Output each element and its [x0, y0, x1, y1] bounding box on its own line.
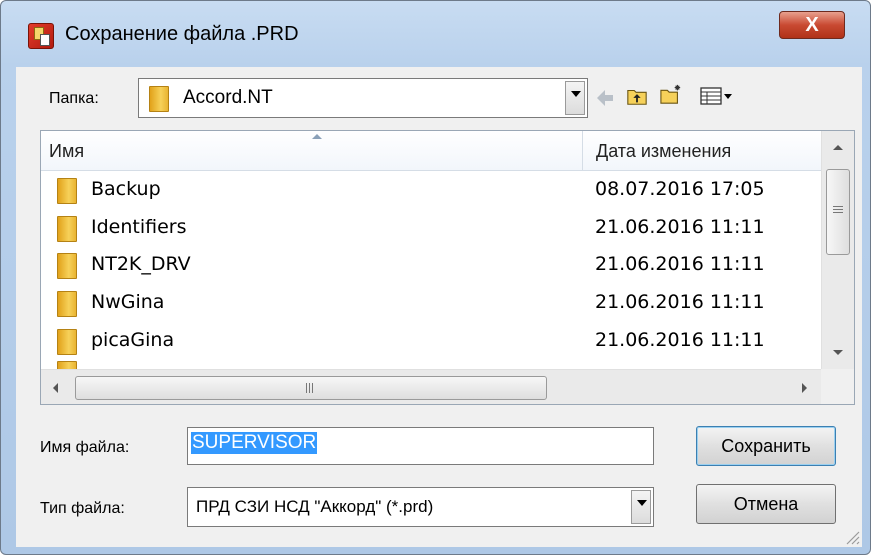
view-menu-icon[interactable]: [699, 85, 735, 107]
cancel-button[interactable]: Отмена: [696, 484, 836, 524]
list-item[interactable]: NT2K_DRV 21.06.2016 11:11: [41, 247, 821, 285]
file-date: 21.06.2016 11:11: [595, 329, 765, 351]
vertical-scroll-thumb[interactable]: [826, 169, 850, 255]
folder-label: Папка:: [49, 90, 99, 107]
column-header-name[interactable]: Имя: [49, 141, 84, 162]
file-name: NT2K_DRV: [91, 253, 191, 275]
folder-icon: [57, 253, 77, 279]
folder-icon: [57, 291, 77, 317]
list-item[interactable]: NwGina 21.06.2016 11:11: [41, 285, 821, 323]
folder-combobox[interactable]: Accord.NT: [138, 78, 588, 118]
folder-current: Accord.NT: [183, 87, 273, 108]
file-name: NwGina: [91, 291, 165, 313]
up-folder-icon[interactable]: [626, 85, 648, 107]
filename-input[interactable]: SUPERVISOR: [187, 427, 654, 465]
scroll-left-icon[interactable]: [51, 382, 59, 394]
horizontal-scroll-thumb[interactable]: [75, 376, 547, 400]
file-date: 21.06.2016 11:11: [595, 291, 765, 313]
folder-icon: [57, 178, 77, 204]
file-name: Identifiers: [91, 216, 187, 238]
scroll-up-icon[interactable]: [832, 143, 844, 151]
scroll-down-icon[interactable]: [832, 349, 844, 357]
file-name: Backup: [91, 178, 161, 200]
resize-grip-icon[interactable]: [844, 529, 860, 545]
sort-ascending-icon: [312, 134, 322, 139]
filename-value: SUPERVISOR: [191, 432, 318, 454]
window-title: Сохранение файла .PRD: [65, 23, 299, 45]
file-date: 21.06.2016 11:11: [595, 253, 765, 275]
back-arrow-icon[interactable]: [594, 87, 616, 109]
list-item[interactable]: Identifiers 21.06.2016 11:11: [41, 210, 821, 248]
file-date: 08.07.2016 17:05: [595, 178, 765, 200]
folder-icon: [57, 216, 77, 242]
filetype-select[interactable]: ПРД СЗИ НСД "Аккорд" (*.prd): [187, 487, 654, 527]
save-button[interactable]: Сохранить: [696, 426, 836, 466]
list-item[interactable]: Backup 08.07.2016 17:05: [41, 172, 821, 210]
new-folder-icon[interactable]: [658, 83, 684, 105]
close-button[interactable]: X: [779, 11, 845, 39]
vertical-scrollbar[interactable]: [821, 131, 854, 369]
horizontal-scrollbar[interactable]: [41, 369, 821, 404]
filename-label: Имя файла:: [40, 439, 130, 456]
column-header-date[interactable]: Дата изменения: [596, 141, 731, 162]
list-header: Имя Дата изменения: [41, 131, 821, 171]
title-bar: Сохранение файла .PRD X: [1, 1, 870, 67]
app-icon: [28, 23, 54, 49]
folder-icon: [149, 86, 169, 112]
folder-icon: [57, 329, 77, 355]
chevron-down-icon[interactable]: [631, 490, 651, 524]
filetype-value: ПРД СЗИ НСД "Аккорд" (*.prd): [196, 497, 434, 516]
dialog-client: Папка: Accord.NT Имя Дата изменения Back…: [16, 67, 862, 547]
save-dialog: Сохранение файла .PRD X Папка: Accord.NT: [0, 0, 871, 555]
chevron-down-icon[interactable]: [565, 81, 585, 115]
file-list[interactable]: Имя Дата изменения Backup 08.07.2016 17:…: [40, 130, 855, 405]
file-date: 21.06.2016 11:11: [595, 216, 765, 238]
column-separator: [582, 131, 583, 170]
scrollbar-corner: [821, 369, 854, 404]
scroll-right-icon[interactable]: [801, 382, 809, 394]
filetype-label: Тип файла:: [40, 500, 125, 517]
file-name: picaGina: [91, 329, 175, 351]
list-item[interactable]: picaGina 21.06.2016 11:11: [41, 323, 821, 361]
